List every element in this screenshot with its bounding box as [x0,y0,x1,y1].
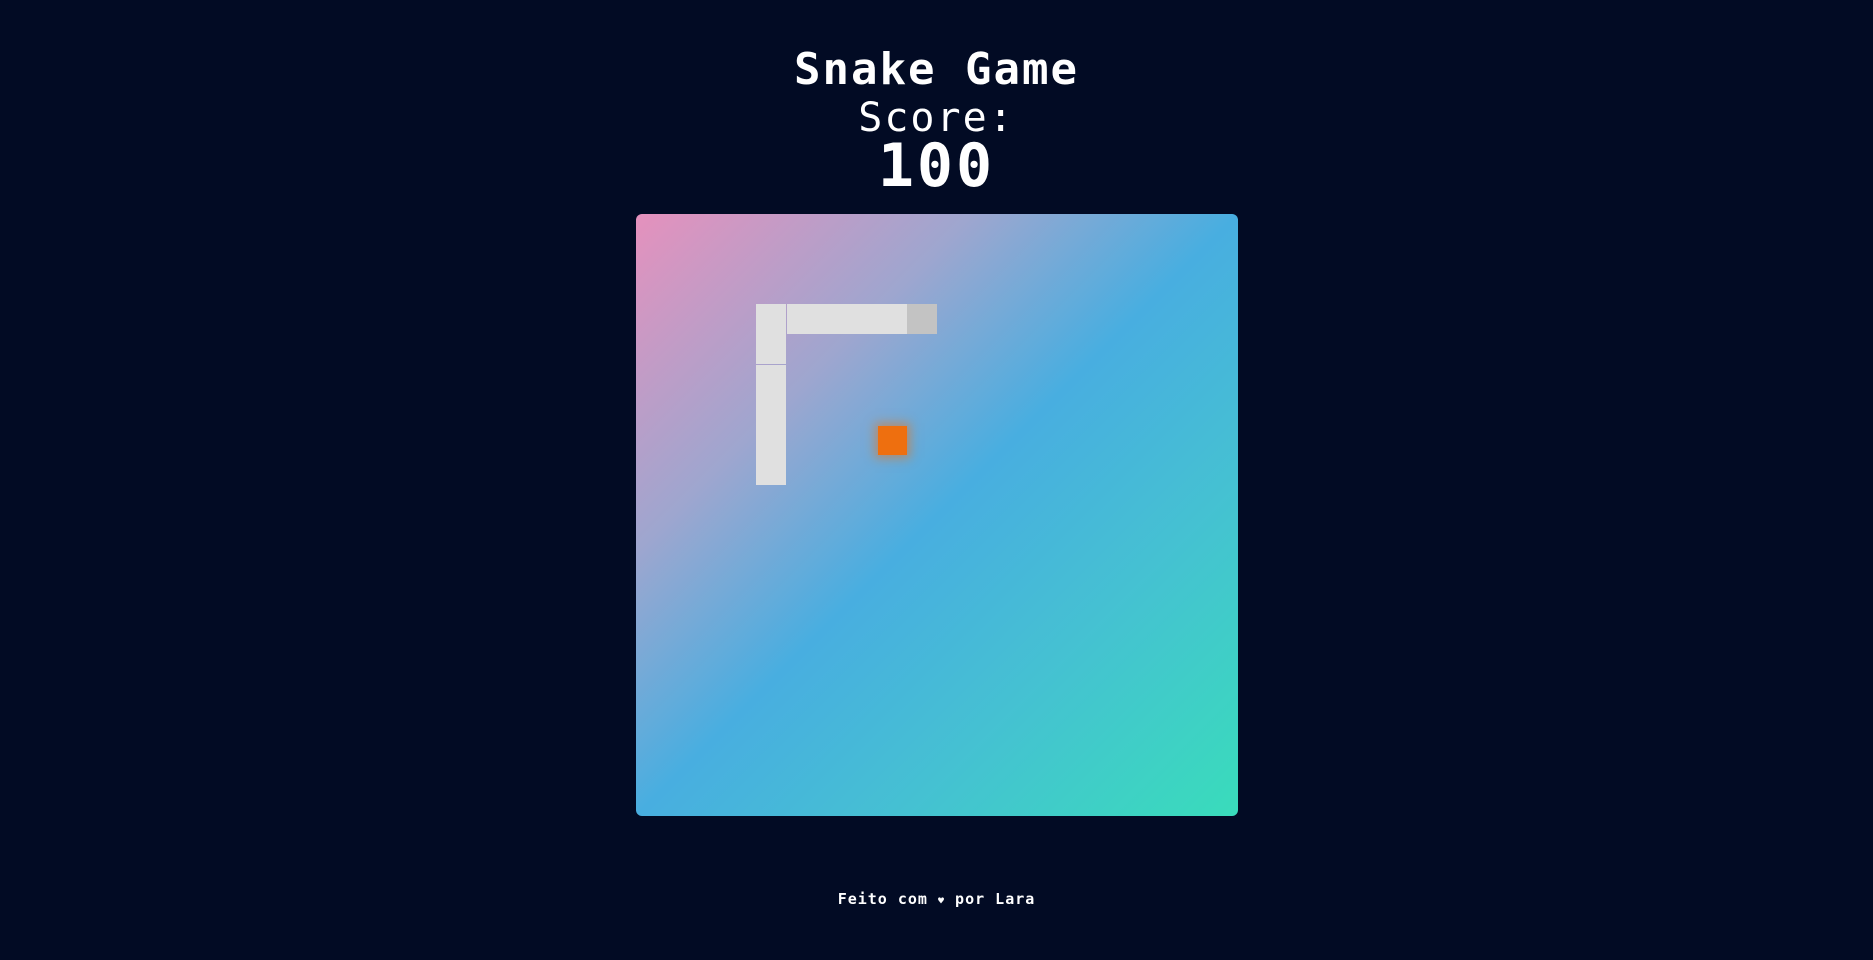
footer-text-before: Feito com [837,890,938,908]
snake-segment [756,304,787,335]
snake-segment [756,394,787,425]
game-title: Snake Game [794,44,1079,95]
snake-segment [786,304,817,335]
snake-segment [876,304,907,335]
snake-segment [816,304,847,335]
footer-credit: Feito com ♥ por Lara [0,890,1873,908]
snake-segment [846,304,877,335]
game-board[interactable] [636,214,1238,816]
footer-text-after: por Lara [945,890,1036,908]
snake-segment [756,334,787,365]
score-value: 100 [877,131,996,201]
header: Snake Game Score: 100 [0,44,1873,201]
snake-segment [756,424,787,455]
snake-head [906,304,937,335]
snake-segment [756,454,787,485]
food [877,425,907,455]
snake-segment [756,364,787,395]
heart-icon: ♥ [938,896,946,907]
